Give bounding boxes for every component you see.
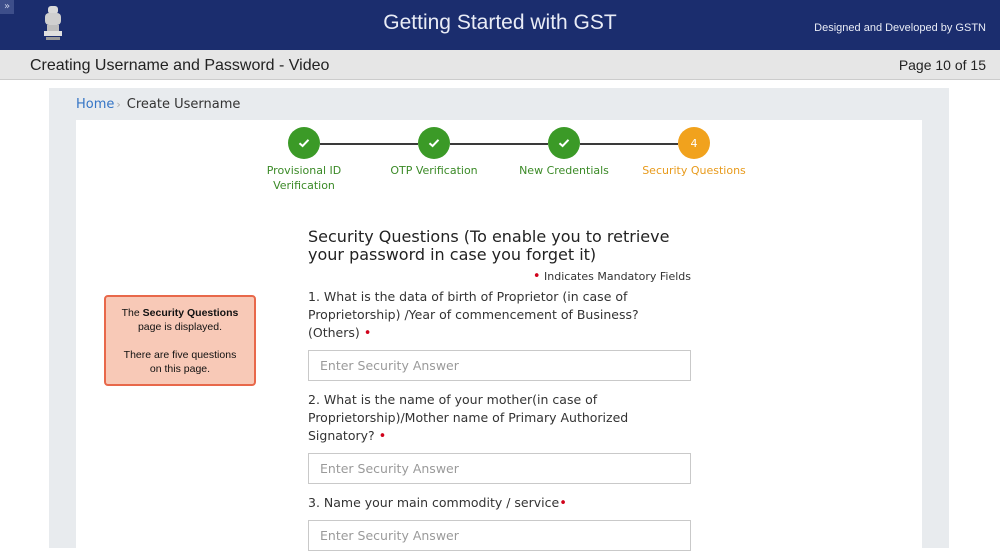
form-heading: Security Questions (To enable you to ret…	[308, 227, 670, 264]
step-label: New Credentials	[519, 164, 609, 177]
breadcrumb: Home › Create Username	[76, 97, 240, 112]
question-label: 3. Name your main commodity / service•	[308, 494, 691, 513]
step-security-questions: 4 Security Questions	[624, 127, 764, 178]
check-icon	[418, 127, 450, 159]
step-label: Security Questions	[642, 164, 746, 177]
security-answer-input[interactable]	[308, 453, 691, 484]
required-marker: •	[532, 269, 541, 284]
security-answer-input[interactable]	[308, 350, 691, 381]
mandatory-note: • Indicates Mandatory Fields	[308, 269, 691, 284]
top-header: » Getting Started with GST Designed and …	[0, 0, 1000, 50]
breadcrumb-home-link[interactable]: Home	[76, 97, 114, 112]
tutorial-callout: The Security Questions page is displayed…	[104, 295, 256, 386]
step-provisional-id: Provisional ID Verification	[234, 127, 374, 193]
question-text: 1. What is the data of birth of Propriet…	[308, 289, 639, 340]
step-new-credentials: New Credentials	[494, 127, 634, 178]
lesson-title: Creating Username and Password - Video	[30, 57, 330, 74]
breadcrumb-separator: ›	[116, 98, 121, 111]
required-marker: •	[363, 326, 372, 341]
mandatory-note-text: Indicates Mandatory Fields	[544, 270, 691, 283]
credit-text: Designed and Developed by GSTN	[814, 22, 986, 34]
callout-text: on this page.	[149, 363, 211, 375]
step-label: Provisional ID	[266, 164, 342, 177]
question-text: 2. What is the name of your mother(in ca…	[308, 392, 629, 443]
callout-text: There are five questions	[123, 349, 237, 361]
step-number-badge: 4	[678, 127, 710, 159]
callout-highlight: Security Questions	[142, 307, 239, 319]
lesson-bar: Creating Username and Password - Video P…	[0, 50, 1000, 80]
check-icon	[288, 127, 320, 159]
callout-text: The	[121, 307, 143, 319]
question-label: 1. What is the data of birth of Propriet…	[308, 288, 691, 343]
security-answer-input[interactable]	[308, 520, 691, 551]
required-marker: •	[559, 496, 567, 511]
check-icon	[548, 127, 580, 159]
question-label: 2. What is the name of your mother(in ca…	[308, 391, 691, 446]
page-indicator: Page 10 of 15	[898, 57, 986, 73]
required-marker: •	[378, 429, 387, 444]
callout-text: page is displayed.	[137, 321, 223, 333]
question-text: 3. Name your main commodity / service	[308, 495, 560, 510]
breadcrumb-current: Create Username	[126, 97, 241, 112]
security-questions-form: Security Questions (To enable you to ret…	[308, 228, 691, 551]
step-otp-verification: OTP Verification	[364, 127, 504, 178]
step-label: OTP Verification	[390, 164, 478, 177]
step-label: Verification	[273, 179, 335, 192]
